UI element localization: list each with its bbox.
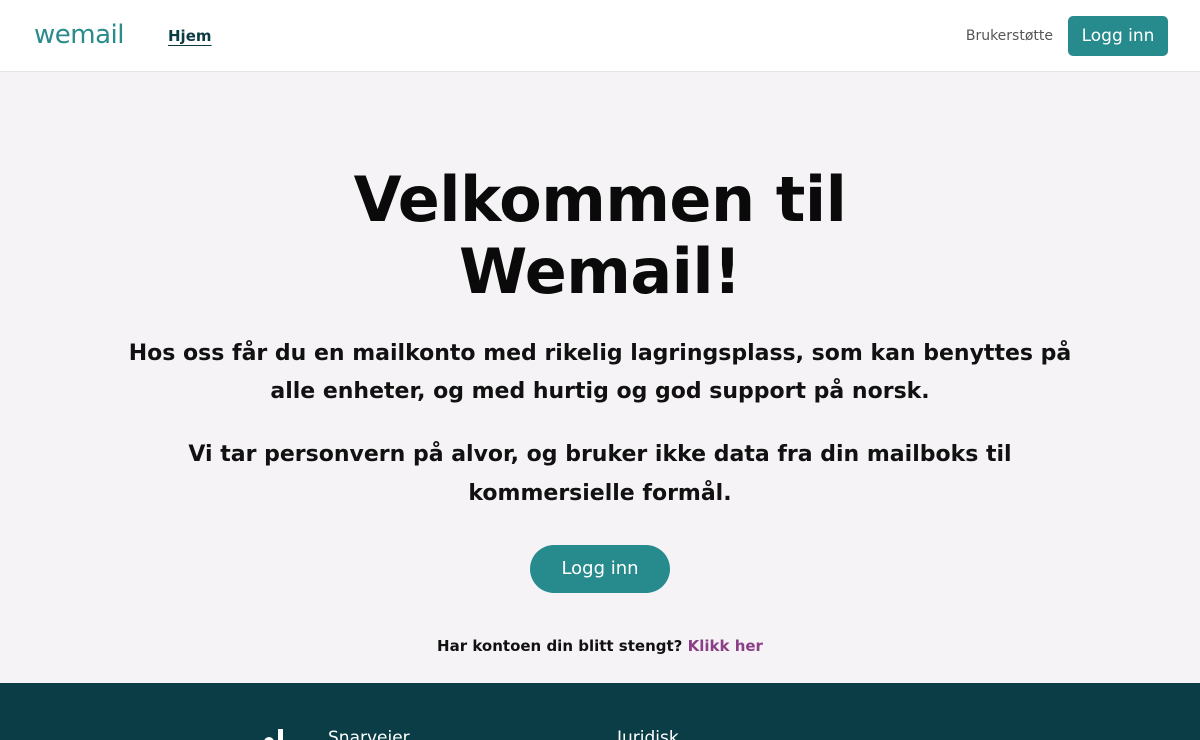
site-footer: Snarveier Juridisk [0,683,1200,740]
account-closed-link[interactable]: Klikk her [688,637,763,655]
footer-logo-icon [258,723,294,740]
hero-title: Velkommen til Wemail! [353,163,847,308]
nav-home-link[interactable]: Hjem [168,26,212,46]
hero-description-storage: Hos oss får du en mailkonto med rikelig … [128,341,1072,404]
hero-login-button[interactable]: Logg inn [530,545,670,593]
account-closed-line: Har kontoen din blitt stengt? Klikk her [0,636,1200,656]
nav-support-link[interactable]: Brukerstøtte [966,26,1053,46]
header-login-button[interactable]: Logg inn [1068,16,1168,56]
wemail-logo[interactable]: wemail [34,18,124,52]
hero-description-privacy: Vi tar personvern på alvor, og bruker ik… [188,442,1012,506]
footer-heading-legal: Juridisk [617,728,679,740]
top-header: wemail Hjem Brukerstøtte Logg inn [0,0,1200,72]
account-closed-question: Har kontoen din blitt stengt? [437,637,683,655]
footer-heading-shortcuts: Snarveier [328,728,410,740]
hero-section: Velkommen til Wemail! Hos oss får du en … [0,72,1200,683]
